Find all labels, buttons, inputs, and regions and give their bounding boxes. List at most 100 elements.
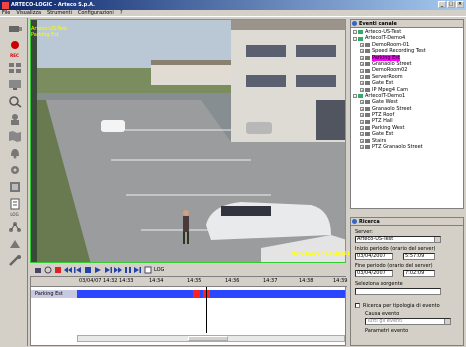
menu-help[interactable]: ? [120,10,123,16]
map-tool-button[interactable] [6,128,24,143]
log-tool-button[interactable] [6,196,24,211]
timeline-event-marker[interactable] [193,290,200,298]
expand-icon[interactable]: + [360,81,364,86]
server-icon [358,30,363,35]
controls-log-label: LOG [154,266,165,273]
alarm-tool-button[interactable] [6,145,24,160]
search-panel-header: Ricerca [351,218,463,226]
collapse-icon[interactable]: - [353,94,357,99]
menu-configurazioni[interactable]: Configurazioni [78,10,114,16]
expand-icon[interactable]: + [360,119,364,124]
timeline-scrollbar[interactable] [77,335,345,342]
expand-icon[interactable]: + [360,132,364,137]
settings-tool-button[interactable] [6,162,24,177]
menu-strumenti[interactable]: Strumenti [47,10,72,16]
event-type-label: Ricerca per tipologia di evento [363,303,440,309]
menu-visualizza[interactable]: Visualizza [16,10,41,16]
search-icon [8,95,21,108]
timeline[interactable]: 03/04/07 14:32 14:33 14:34 14:35 14:36 1… [30,276,347,346]
search-tool-button[interactable] [6,94,24,109]
close-button[interactable]: × [456,1,464,8]
camera-icon [365,145,370,150]
expand-icon[interactable]: + [360,113,364,118]
expand-icon[interactable]: + [360,62,364,67]
camera-tool-button[interactable] [6,20,24,35]
rewind-button[interactable] [64,266,72,274]
camera-icon [365,126,370,131]
camera-label: Arteco-US-Test Parking Est [31,26,67,38]
expand-icon[interactable]: + [360,87,364,92]
start-date-input[interactable]: 03/04/2007 [355,253,393,260]
export-tool-button[interactable] [6,236,24,251]
monitor-tool-button[interactable] [6,77,24,92]
camera-icon [365,42,370,47]
events-tree: - Arteco-US-Test - ArtecoIT-Demo4 + DemoRoom-… [351,28,463,151]
current-source-input[interactable] [355,288,441,295]
zoom-icon [44,266,52,273]
pause-icon [125,266,131,273]
camera-icon [365,81,370,86]
events-panel-header: Eventi canale [351,20,463,28]
expand-icon[interactable]: + [360,42,364,47]
expand-icon[interactable]: + [360,106,364,111]
end-time-input[interactable]: 7:02:09 [403,270,435,277]
expand-icon[interactable]: + [360,100,364,105]
grid-icon [8,62,21,73]
expand-icon[interactable]: + [360,68,364,73]
stop-button[interactable] [84,266,92,274]
rec-button[interactable] [6,37,24,52]
step-forward-button[interactable] [104,266,112,274]
collapse-icon[interactable]: - [353,36,357,41]
timeline-row[interactable]: Parking Est [31,290,347,298]
timeline-recording-bar[interactable] [77,290,345,298]
network-tool-button[interactable] [6,219,24,234]
timeline-header: 03/04/07 14:32 14:33 14:34 14:35 14:36 1… [31,277,347,287]
chevron-down-icon [434,237,440,242]
tools-tool-button[interactable] [6,253,24,268]
event-type-checkbox[interactable] [355,303,360,308]
snapshot-button[interactable] [34,266,42,274]
zoom-button[interactable] [44,266,52,274]
playback-tool-button[interactable] [6,179,24,194]
expand-icon[interactable]: + [360,126,364,131]
tree-item[interactable]: + PTZ Granaolo Street [353,144,461,150]
timeline-cursor[interactable] [206,287,207,333]
video-panel[interactable] [30,19,346,263]
timeline-scroll-thumb[interactable] [188,336,228,341]
maximize-button[interactable]: □ [447,1,455,8]
expand-icon[interactable]: + [360,145,364,150]
monitor-icon [8,79,21,90]
camera-name-label: Parking Est [31,32,59,38]
layout-tool-button[interactable] [6,60,24,75]
start-time-value: 5:57:09 [405,253,425,259]
play-button[interactable] [94,266,102,274]
pause-button[interactable] [124,266,132,274]
step-back-button[interactable] [74,266,82,274]
end-period-label: Fine periodo (orario del server) [355,263,433,269]
server-select[interactable]: Arteco-US-Test [355,236,441,243]
end-date-input[interactable]: 03/04/2007 [355,270,393,277]
menu-file[interactable]: File [2,10,10,16]
cause-select[interactable]: Tutti gli eventi [365,318,451,325]
stop-icon [85,266,91,273]
minimize-button[interactable]: _ [438,1,446,8]
expand-icon[interactable]: + [360,49,364,54]
fast-forward-button[interactable] [114,266,122,274]
menu-bar: File Visualizza Strumenti Configurazioni… [0,10,466,17]
playback-controls: LOG [30,264,346,275]
start-time-input[interactable]: 5:57:09 [403,253,435,260]
camera-icon [365,132,370,137]
expand-icon[interactable]: + [360,138,364,143]
current-source-label: Seleziona sorgente [355,281,403,287]
user-tool-button[interactable] [6,111,24,126]
expand-icon[interactable]: + [360,55,364,60]
record-button[interactable] [54,266,62,274]
expand-icon[interactable]: + [360,74,364,79]
end-button[interactable] [134,266,142,274]
record-icon [55,266,61,273]
log-toggle-button[interactable] [144,266,152,274]
server-icon [358,94,363,99]
cause-value: Tutti gli eventi [367,318,403,324]
collapse-icon[interactable]: - [353,30,357,35]
gear-icon [10,165,19,174]
